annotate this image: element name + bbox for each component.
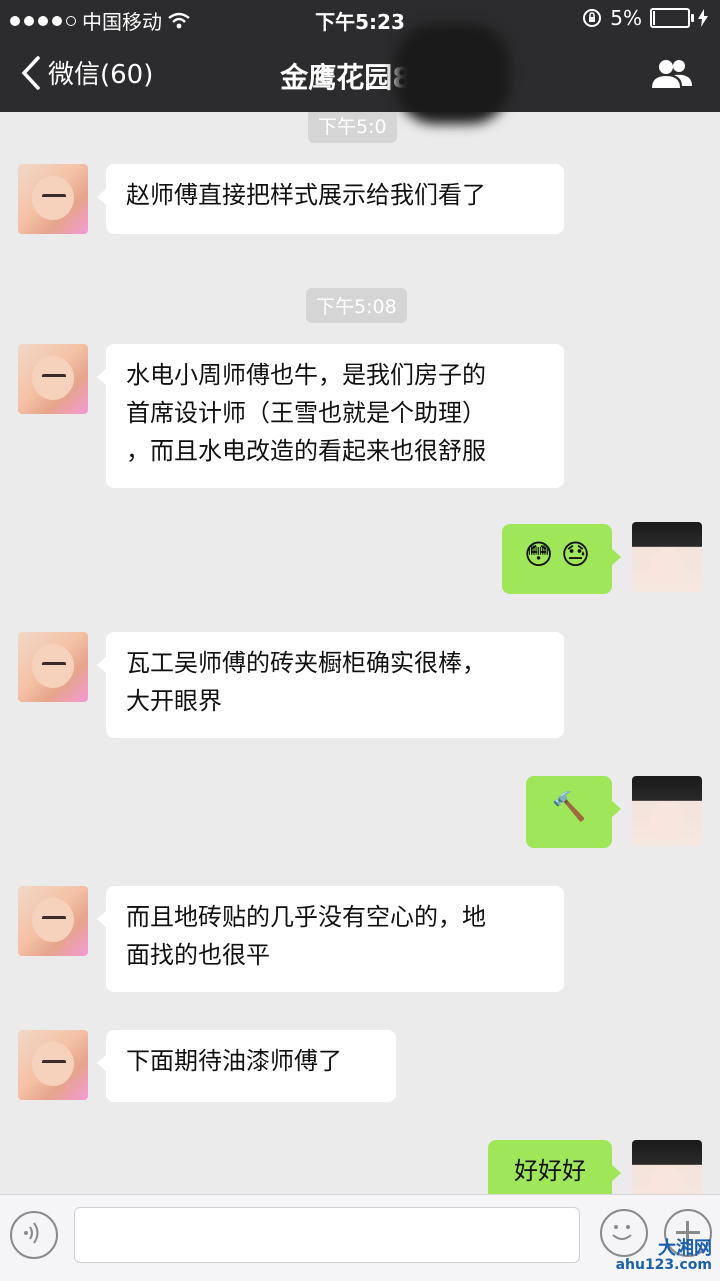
timestamp-chip: 下午5:0	[308, 112, 397, 143]
message-text: 大开眼界	[126, 687, 222, 715]
voice-icon	[24, 1222, 39, 1244]
watermark-logo: 大湘网 ahu123.com	[615, 1238, 712, 1274]
charging-icon	[698, 9, 708, 27]
watermark-url: ahu123.com	[615, 1257, 712, 1273]
hammer-icon: 🔨	[551, 790, 587, 823]
message-bubble-left[interactable]: 下面期待油漆师傅了	[97, 1030, 396, 1102]
message-input[interactable]	[74, 1207, 580, 1263]
group-members-icon[interactable]	[650, 56, 694, 92]
message-bubble-left[interactable]: 而且地砖贴的几乎没有空心的，地 面找的也很平	[97, 886, 564, 992]
avatar-self[interactable]	[632, 1140, 702, 1194]
message-bubble-right[interactable]: 😳 😓	[502, 524, 621, 594]
voice-input-button[interactable]	[10, 1211, 58, 1259]
message-bubble-left[interactable]: 水电小周师傅也牛，是我们房子的 首席设计师（王雪也就是个助理） ，而且水电改造的…	[97, 344, 564, 488]
watermark-name: 大湘网	[658, 1238, 712, 1259]
rotation-lock-icon	[583, 9, 602, 27]
message-text: 首席设计师（王雪也就是个助理）	[126, 399, 486, 427]
message-bubble-right[interactable]: 好好好	[488, 1140, 621, 1194]
status-right: 5%	[582, 6, 708, 30]
message-text: 赵师傅直接把样式展示给我们看了	[126, 181, 486, 209]
battery-icon	[650, 8, 694, 28]
message-bubble-left[interactable]: 赵师傅直接把样式展示给我们看了	[97, 164, 564, 234]
message-text: 而且地砖贴的几乎没有空心的，地	[126, 903, 486, 931]
avatar-other[interactable]	[18, 886, 88, 956]
message-bubble-left[interactable]: 瓦工吴师傅的砖夹橱柜确实很棒， 大开眼界	[97, 632, 564, 738]
sweat-face-icon: 😓	[560, 538, 591, 571]
nav-bar: 微信(60) 金鹰花园8栋	[0, 24, 720, 124]
avatar-other[interactable]	[18, 632, 88, 702]
message-text: ，而且水电改造的看起来也很舒服	[126, 437, 486, 465]
input-toolbar: 大湘网 ahu123.com	[0, 1194, 720, 1281]
message-bubble-right[interactable]: 🔨	[526, 776, 621, 848]
redaction-mask	[395, 24, 510, 124]
avatar-other[interactable]	[18, 344, 88, 414]
status-bar: 中国移动 下午5:23 5%	[0, 0, 720, 36]
message-text: 瓦工吴师傅的砖夹橱柜确实很棒，	[126, 649, 486, 677]
avatar-other[interactable]	[18, 1030, 88, 1100]
avatar-other[interactable]	[18, 164, 88, 234]
chat-title: 金鹰花园8栋	[280, 61, 440, 94]
message-text: 面找的也很平	[126, 941, 270, 969]
avatar-self[interactable]	[632, 522, 702, 592]
chat-area[interactable]: 下午5:0 下午5:08 赵师傅直接把样式展示给我们看了 水电小周师傅也牛，是我…	[0, 112, 720, 1194]
message-text: 好好好	[514, 1157, 586, 1185]
battery-percent: 5%	[610, 6, 642, 30]
avatar-self[interactable]	[632, 776, 702, 846]
flushed-face-icon: 😳	[523, 538, 554, 571]
top-bar: 中国移动 下午5:23 5% 微信(60) 金鹰花园8栋	[0, 0, 720, 124]
message-text: 水电小周师傅也牛，是我们房子的	[126, 361, 486, 389]
timestamp-chip: 下午5:08	[306, 288, 407, 323]
message-text: 下面期待油漆师傅了	[126, 1047, 342, 1075]
